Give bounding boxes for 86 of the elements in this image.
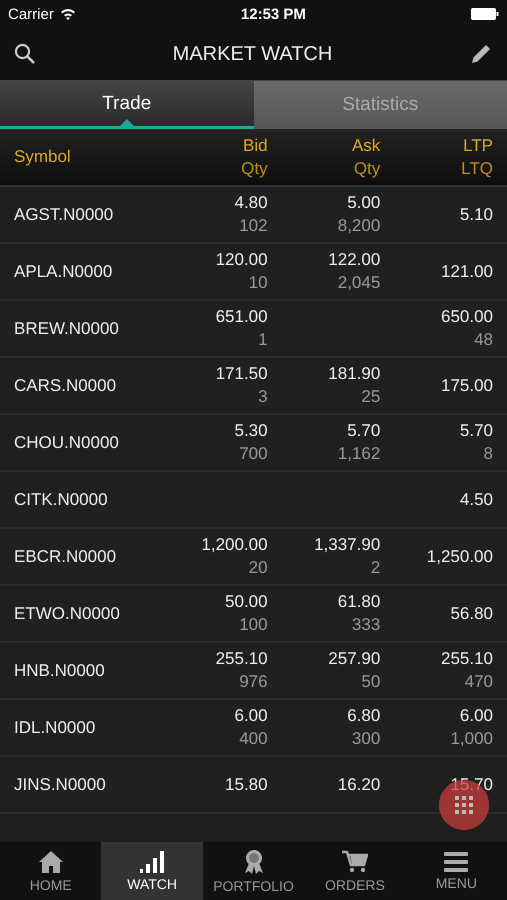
wifi-icon (60, 8, 76, 20)
quantity-cell: 333 (352, 615, 380, 635)
price-cell: 255.10 (440, 649, 493, 669)
quantity-cell: 8,200 (338, 216, 380, 236)
price-cell: 122.00 (328, 250, 380, 270)
battery-icon (470, 8, 499, 20)
symbol-cell-text: APLA.N0000 (14, 262, 114, 282)
symbol-cell-text: CITK.N0000 (14, 490, 109, 510)
quantity-cell: 400 (239, 729, 268, 749)
symbol-cell-text: ETWO.N0000 (14, 604, 121, 624)
price-cell: 1,200.00 (201, 535, 268, 555)
quantity-cell: 3 (258, 387, 268, 407)
ribbon-award-icon (242, 848, 265, 874)
quantity-cell: 20 (248, 558, 268, 578)
quantity-cell: 1,000 (450, 729, 493, 749)
nav-tab[interactable]: MENU (406, 842, 507, 900)
column-header: Symbol (14, 147, 72, 167)
house-icon (38, 850, 64, 874)
price-cell: 171.50 (216, 364, 268, 384)
tab[interactable]: Trade (0, 81, 254, 129)
signal-bars-icon (140, 850, 164, 872)
price-cell: 61.80 (338, 592, 380, 612)
price-cell: 16.20 (338, 774, 380, 794)
quantity-cell: 102 (239, 216, 268, 236)
screen-title: MARKET WATCH (172, 42, 332, 66)
grid-icon (455, 796, 473, 814)
nav-tab[interactable]: ORDERS (304, 842, 406, 900)
menu-icon (444, 852, 468, 872)
price-cell: 121.00 (440, 262, 493, 282)
symbol-cell-text: IDL.N0000 (14, 718, 96, 738)
symbol-cell-text: CHOU.N0000 (14, 432, 120, 452)
quantity-cell: 2 (370, 558, 380, 578)
symbol-cell-text: EBCR.N0000 (14, 546, 118, 566)
quantity-cell: 976 (239, 672, 268, 692)
quantity-cell: 10 (248, 273, 268, 293)
price-cell: 15.80 (225, 774, 268, 794)
price-cell: 5.10 (460, 204, 493, 224)
quantity-cell: 2,045 (338, 273, 380, 293)
column-header: LTQ (461, 158, 493, 178)
price-cell: 6.00 (234, 706, 268, 726)
price-cell: 6.80 (347, 706, 380, 726)
price-cell: 650.00 (440, 307, 493, 327)
price-cell: 255.10 (216, 649, 268, 669)
quantity-cell: 50 (361, 672, 380, 692)
symbol-cell-text: HNB.N0000 (14, 660, 106, 680)
column-header: Qty (241, 158, 268, 178)
quantity-cell: 100 (239, 615, 268, 635)
nav-tab[interactable]: WATCH (101, 842, 203, 900)
price-cell: 5.70 (460, 421, 493, 441)
symbol-cell-text: JINS.N0000 (14, 774, 107, 794)
quantity-cell: 1,162 (338, 444, 380, 464)
quantity-cell: 700 (239, 444, 268, 464)
price-cell: 651.00 (216, 307, 268, 327)
price-cell: 56.80 (450, 604, 493, 624)
quantity-cell: 1 (258, 330, 268, 350)
price-cell: 5.00 (347, 193, 380, 213)
price-cell: 4.80 (234, 193, 268, 213)
column-header: Ask (352, 136, 380, 156)
carrier-name: Carrier (8, 6, 54, 22)
quantity-cell: 300 (352, 729, 380, 749)
search-icon[interactable] (14, 43, 36, 65)
column-header: Qty (354, 158, 380, 178)
quantity-cell: 470 (464, 672, 493, 692)
price-cell: 257.90 (328, 649, 380, 669)
column-header: Bid (243, 136, 268, 156)
nav-tab[interactable]: PORTFOLIO (202, 842, 304, 900)
price-cell: 5.70 (347, 421, 380, 441)
quantity-cell: 8 (484, 444, 493, 464)
price-cell: 50.00 (225, 592, 268, 612)
quantity-cell: 25 (361, 387, 380, 407)
price-cell: 4.50 (460, 490, 493, 510)
symbol-cell-text: AGST.N0000 (14, 204, 114, 224)
price-cell: 5.30 (234, 421, 268, 441)
status-time: 12:53 PM (240, 6, 306, 22)
quantity-cell: 48 (474, 330, 493, 350)
nav-tab[interactable]: HOME (0, 842, 102, 900)
price-cell: 181.90 (328, 364, 380, 384)
shopping-cart-icon (342, 850, 368, 874)
column-header: LTP (463, 136, 493, 156)
symbol-cell-text: CARS.N0000 (14, 376, 118, 396)
price-cell: 120.00 (216, 250, 268, 270)
symbol-cell-text: BREW.N0000 (14, 318, 120, 338)
price-cell: 6.00 (460, 706, 493, 726)
price-cell: 175.00 (440, 376, 493, 396)
price-cell: 1,250.00 (426, 546, 493, 566)
price-cell: 1,337.90 (314, 535, 380, 555)
